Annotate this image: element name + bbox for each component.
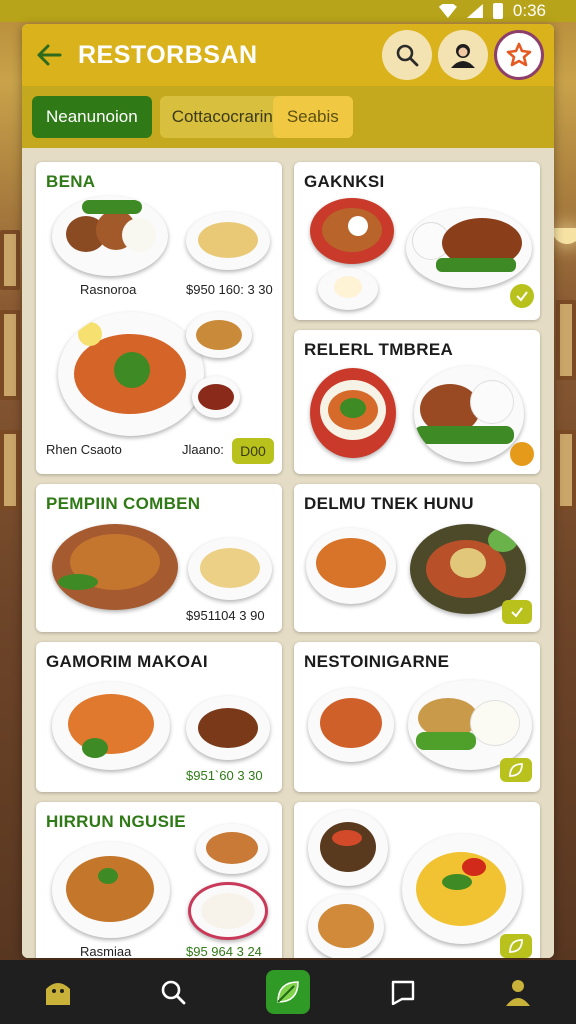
person-icon xyxy=(451,44,475,68)
food-image xyxy=(408,680,532,770)
nav-leaf[interactable] xyxy=(265,970,310,1014)
menu-card[interactable]: GAMORIM MAKOAI $951`60 3 30 xyxy=(36,642,282,792)
signal-icon xyxy=(466,4,483,18)
food-image xyxy=(310,368,396,458)
search-icon xyxy=(396,44,419,67)
menu-card[interactable]: BENA Rasnoroa $950 160: 3 30 Rhen Csaoto… xyxy=(36,162,282,474)
food-image xyxy=(186,312,252,358)
card-title: RELERL TMBREA xyxy=(304,340,454,359)
card-title: GAMORIM MAKOAI xyxy=(46,652,208,671)
app-bar: RESTORBSAN xyxy=(22,24,554,86)
food-image xyxy=(52,682,170,770)
search-button[interactable] xyxy=(382,30,432,80)
menu-card[interactable]: NESTOINIGARNE xyxy=(294,642,540,792)
food-image xyxy=(196,824,268,874)
wifi-icon xyxy=(438,4,457,18)
card-title: BENA xyxy=(46,172,96,191)
food-image xyxy=(188,882,268,940)
food-image xyxy=(52,524,178,610)
bottom-nav xyxy=(0,960,576,1024)
leaf-icon xyxy=(277,981,299,1003)
menu-card[interactable]: HIRRUN NGUSIE Rasmiaa $95 964 3 24 xyxy=(36,802,282,958)
leaf-icon xyxy=(509,939,523,953)
back-button[interactable] xyxy=(32,38,66,72)
status-badge xyxy=(510,442,534,466)
nav-chat[interactable] xyxy=(381,970,425,1014)
home-icon xyxy=(45,983,70,1005)
tab-neanunoion[interactable]: Neanunoion xyxy=(32,96,152,138)
food-image xyxy=(308,894,384,958)
app-title: RESTORBSAN xyxy=(78,40,258,69)
food-image xyxy=(306,528,396,604)
food-image xyxy=(308,810,388,886)
food-image xyxy=(188,538,272,600)
profile-button[interactable] xyxy=(494,30,544,80)
food-image xyxy=(52,196,168,276)
avatar-button[interactable] xyxy=(438,30,488,80)
food-image xyxy=(310,198,394,264)
menu-card[interactable]: DELMU TNEK HUNU xyxy=(294,484,540,632)
food-image xyxy=(406,208,532,288)
menu-grid: BENA Rasnoroa $950 160: 3 30 Rhen Csaoto… xyxy=(22,148,554,958)
card-title: GAKNKSI xyxy=(304,172,385,191)
leaf-button[interactable] xyxy=(500,934,532,958)
food-image xyxy=(318,268,378,310)
menu-card[interactable]: RELERL TMBREA xyxy=(294,330,540,474)
nav-home[interactable] xyxy=(36,970,80,1014)
chat-icon xyxy=(391,980,415,1005)
food-image xyxy=(402,834,522,944)
arrow-left-icon xyxy=(37,44,62,66)
battery-icon xyxy=(492,3,503,19)
card-title: DELMU TNEK HUNU xyxy=(304,494,474,513)
food-image xyxy=(52,842,170,938)
leaf-icon xyxy=(509,763,523,777)
check-button[interactable] xyxy=(502,600,532,624)
status-bar: 0:36 xyxy=(0,0,576,22)
nav-profile[interactable] xyxy=(496,970,540,1014)
item-label: Jlaano: xyxy=(182,442,224,457)
food-image xyxy=(186,212,270,270)
leaf-button[interactable] xyxy=(500,758,532,782)
app-panel: RESTORBSAN Neanunoion Cottacocrarin Seab… xyxy=(22,24,554,958)
check-icon xyxy=(516,291,528,302)
menu-card[interactable]: PEMPIIN COMBEN $951104 3 90 xyxy=(36,484,282,632)
item-label: Rasnoroa xyxy=(80,282,137,297)
menu-card[interactable] xyxy=(294,802,540,958)
check-icon xyxy=(511,607,523,618)
tab-cottacocrarin[interactable]: Cottacocrarin xyxy=(159,96,285,138)
check-button[interactable] xyxy=(510,284,534,308)
person-icon xyxy=(506,980,531,1006)
item-price: $951104 3 90 xyxy=(186,608,265,623)
item-price: $950 160: 3 30 xyxy=(186,282,273,297)
item-price: $951`60 3 30 xyxy=(186,768,263,783)
card-title: NESTOINIGARNE xyxy=(304,652,450,671)
item-label: Rhen Csaoto xyxy=(46,442,122,457)
item-price: $95 964 3 24 xyxy=(186,944,262,958)
card-title: HIRRUN NGUSIE xyxy=(46,812,186,831)
nav-search[interactable] xyxy=(151,970,195,1014)
tab-seabis[interactable]: Seabis xyxy=(272,96,353,138)
menu-card[interactable]: GAKNKSI xyxy=(294,162,540,320)
item-label: Rasmiaa xyxy=(80,944,132,958)
status-time: 0:36 xyxy=(512,1,546,20)
food-image xyxy=(192,376,240,418)
card-title: PEMPIIN COMBEN xyxy=(46,494,201,513)
search-icon xyxy=(161,980,186,1005)
category-tabs: Neanunoion Cottacocrarin Seabis xyxy=(22,86,554,148)
food-image xyxy=(58,312,204,436)
item-badge[interactable]: D00 xyxy=(232,438,274,464)
food-image xyxy=(414,366,524,462)
star-icon xyxy=(506,42,532,67)
food-image xyxy=(186,696,270,760)
food-image xyxy=(308,688,394,762)
